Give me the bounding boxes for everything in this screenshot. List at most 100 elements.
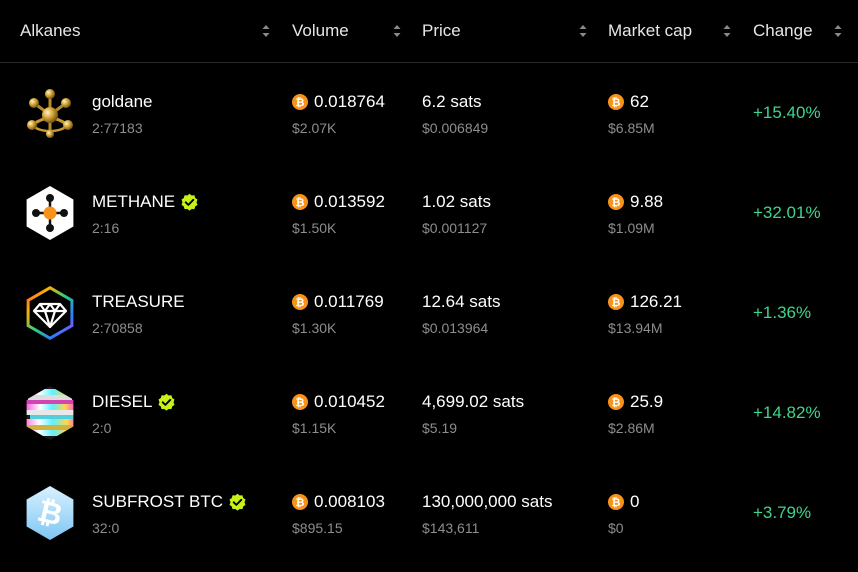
change-percent: +32.01% [753,203,821,222]
verified-check-icon [180,193,199,212]
token-id: 32:0 [92,520,120,536]
market-cap-usd: $0 [608,520,624,536]
verified-check-icon [228,493,247,512]
token-name-line: METHANE [92,192,199,212]
table-row[interactable]: ₿ SUBFROST BTC 32:0 ₿ 0.008103 $895.15 1… [0,463,858,563]
token-name-line: SUBFROST BTC [92,492,247,512]
volume-usd: $1.50K [292,220,337,236]
bitcoin-icon: ₿ [292,494,308,510]
token-name: METHANE [92,192,176,211]
volume-btc: ₿ 0.010452 [292,392,385,412]
table-row[interactable]: goldane 2:77183 ₿ 0.018764 $2.07K 6.2 sa… [0,63,858,163]
bitcoin-icon: ₿ [608,294,624,310]
column-header-label: Price [422,21,461,40]
price-sats: 12.64 sats [422,292,501,311]
svg-text:₿: ₿ [612,297,621,309]
volume-btc: ₿ 0.008103 [292,492,385,512]
column-header-label: Volume [292,21,349,40]
token-name-line: DIESEL [92,392,176,412]
token-name-line: goldane [92,92,153,112]
column-header-label: Market cap [608,21,693,40]
diamond-icon [22,285,78,341]
price-sats: 4,699.02 sats [422,392,525,411]
column-header-market-cap[interactable]: Market cap [608,0,692,62]
change-percent: +1.36% [753,303,812,322]
volume-btc-value: 0.013592 [314,192,385,211]
market-cap-btc-value: 25.9 [630,392,664,411]
volume-usd: $895.15 [292,520,343,536]
price-sats: 1.02 sats [422,192,491,211]
market-cap-btc: ₿ 62 [608,92,649,112]
token-id: 2:0 [92,420,112,436]
volume-btc: ₿ 0.011769 [292,292,384,312]
market-cap-btc: ₿ 126.21 [608,292,682,312]
token-name: SUBFROST BTC [92,492,223,511]
volume-usd: $2.07K [292,120,337,136]
market-cap-btc: ₿ 25.9 [608,392,663,412]
column-header-volume[interactable]: Volume [292,0,349,62]
sort-icon[interactable] [261,23,271,39]
price-usd: $0.006849 [422,120,489,136]
volume-btc: ₿ 0.018764 [292,92,385,112]
svg-text:₿: ₿ [296,197,305,209]
market-cap-btc-value: 0 [630,492,640,511]
alkanes-table: Alkanes Volume Price Market cap Change g… [0,0,858,572]
sort-icon[interactable] [833,23,843,39]
volume-btc-value: 0.010452 [314,392,385,411]
token-id: 2:16 [92,220,120,236]
methane-molecule-icon [22,185,78,241]
bitcoin-icon: ₿ [292,394,308,410]
price-usd: $0.001127 [422,220,488,236]
token-name: DIESEL [92,392,153,411]
volume-usd: $1.30K [292,320,337,336]
glitch-hexagon-icon [22,385,78,441]
change-percent: +3.79% [753,503,812,522]
token-name: TREASURE [92,292,185,311]
sort-icon[interactable] [578,23,588,39]
volume-btc: ₿ 0.013592 [292,192,385,212]
sort-icon[interactable] [722,23,732,39]
column-header-alkanes[interactable]: Alkanes [20,0,80,62]
change-percent: +15.40% [753,103,821,122]
column-header-label: Change [753,21,813,40]
token-name-line: TREASURE [92,292,185,312]
sort-icon[interactable] [392,23,402,39]
market-cap-btc: ₿ 0 [608,492,639,512]
market-cap-usd: $1.09M [608,220,655,236]
bitcoin-icon: ₿ [608,194,624,210]
price-usd: $5.19 [422,420,458,436]
column-header-change[interactable]: Change [753,0,813,62]
volume-btc-value: 0.008103 [314,492,385,511]
svg-text:₿: ₿ [296,297,305,309]
svg-text:₿: ₿ [612,497,621,509]
market-cap-btc: ₿ 9.88 [608,192,663,212]
frost-bitcoin-icon: ₿ [22,485,78,541]
table-row[interactable]: TREASURE 2:70858 ₿ 0.011769 $1.30K 12.64… [0,263,858,363]
price-usd: $0.013964 [422,320,489,336]
price-usd: $143,611 [422,520,480,536]
bitcoin-icon: ₿ [292,294,308,310]
gold-molecule-icon [22,85,78,141]
bitcoin-icon: ₿ [608,394,624,410]
table-row[interactable]: DIESEL 2:0 ₿ 0.010452 $1.15K 4,699.02 sa… [0,363,858,463]
volume-btc-value: 0.011769 [314,292,384,311]
bitcoin-icon: ₿ [292,94,308,110]
price-sats: 130,000,000 sats [422,492,553,511]
market-cap-usd: $2.86M [608,420,655,436]
market-cap-btc-value: 62 [630,92,649,111]
token-id: 2:77183 [92,120,143,136]
verified-check-icon [157,393,176,412]
volume-usd: $1.15K [292,420,337,436]
svg-text:₿: ₿ [612,197,621,209]
svg-text:₿: ₿ [612,97,621,109]
svg-text:₿: ₿ [296,497,305,509]
column-header-price[interactable]: Price [422,0,461,62]
market-cap-usd: $13.94M [608,320,663,336]
change-percent: +14.82% [753,403,821,422]
table-header: Alkanes Volume Price Market cap Change [0,0,858,63]
bitcoin-icon: ₿ [608,94,624,110]
table-row[interactable]: METHANE 2:16 ₿ 0.013592 $1.50K 1.02 sats… [0,163,858,263]
svg-text:₿: ₿ [612,397,621,409]
token-name: goldane [92,92,153,111]
market-cap-usd: $6.85M [608,120,655,136]
